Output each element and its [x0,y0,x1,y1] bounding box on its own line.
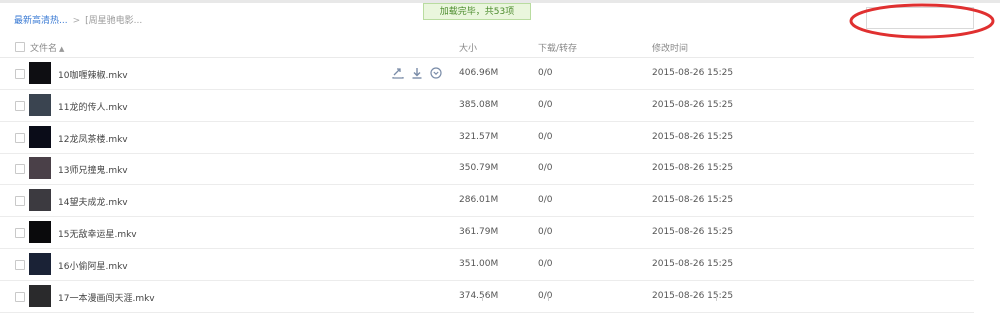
breadcrumb-root-link[interactable]: 最新高清热... [14,16,68,26]
video-thumbnail [29,284,51,307]
file-download-count: 0/0 [538,227,553,237]
row-checkbox[interactable] [15,69,25,79]
file-download-count: 0/0 [538,68,553,78]
row-checkbox[interactable] [15,259,25,270]
file-modified-time: 2015-08-26 15:25 [652,227,734,237]
row-checkbox[interactable] [15,132,25,143]
video-thumbnail [29,157,51,180]
file-size: 321.57M [459,131,499,142]
file-modified-time: 2015-08-26 15:25 [652,258,734,269]
row-checkbox[interactable] [15,228,25,238]
file-row[interactable]: 11龙的传人.mkv 385.08M 0/0 2015-08-26 15:25 [0,90,974,122]
file-download-count: 0/0 [538,290,553,301]
file-name[interactable]: 15无敌幸运星.mkv [58,227,137,240]
file-download-count: 0/0 [538,258,553,269]
scroll-mark [482,296,483,301]
file-modified-time: 2015-08-26 15:25 [652,195,734,206]
row-checkbox[interactable] [15,164,25,175]
row-checkbox[interactable] [15,100,25,111]
select-all-checkbox[interactable] [15,42,25,52]
download-icon[interactable] [410,66,424,80]
row-checkbox[interactable] [15,196,25,207]
breadcrumb-separator: > [72,16,81,26]
file-modified-time: 2015-08-26 15:25 [652,131,734,142]
row-checkbox[interactable] [15,291,25,302]
file-download-count: 0/0 [538,163,553,174]
video-thumbnail [29,125,51,148]
file-row[interactable]: 10咖喱辣椒.mkv 406.96M 0/0 2015-08-26 15:25 [0,58,974,90]
file-size: 385.08M [459,99,499,110]
file-name[interactable]: 11龙的传人.mkv [58,100,128,113]
scroll-mark [716,296,717,301]
file-modified-time: 2015-08-26 15:25 [652,99,734,110]
video-thumbnail [29,252,51,275]
file-size: 286.01M [459,195,499,206]
file-row[interactable]: 14望夫成龙.mkv 286.01M 0/0 2015-08-26 15:25 [0,185,974,218]
file-download-count: 0/0 [538,131,553,142]
file-name[interactable]: 12龙凤茶楼.mkv [58,132,128,145]
share-icon[interactable] [391,66,405,80]
sort-up-icon: ▲ [59,45,65,53]
file-row[interactable]: 12龙凤茶楼.mkv 321.57M 0/0 2015-08-26 15:25 [0,122,974,154]
search-box[interactable] [866,7,974,31]
file-name[interactable]: 17一本漫画闯天涯.mkv [58,291,155,304]
file-name[interactable]: 13师兄撞鬼.mkv [58,163,128,176]
video-thumbnail [29,93,51,116]
column-header-modified[interactable]: 修改时间 [652,41,688,54]
file-download-count: 0/0 [538,99,553,110]
file-name[interactable]: 16小偷阿星.mkv [58,259,128,272]
file-size: 350.79M [459,163,499,174]
more-icon[interactable] [429,66,443,80]
file-size: 361.79M [459,227,499,237]
file-name[interactable]: 14望夫成龙.mkv [58,195,128,208]
file-size: 351.00M [459,258,499,269]
load-complete-toast: 加载完毕，共53项 [423,3,531,20]
column-header-download[interactable]: 下载/转存 [538,41,577,54]
breadcrumb: 最新高清热... > [周星驰电影... [14,13,142,26]
file-row[interactable]: 15无敌幸运星.mkv 361.79M 0/0 2015-08-26 15:25 [0,217,974,249]
video-thumbnail [29,189,51,212]
file-row[interactable]: 13师兄撞鬼.mkv 350.79M 0/0 2015-08-26 15:25 [0,153,974,186]
file-size: 374.56M [459,290,499,301]
breadcrumb-current: [周星驰电影... [85,16,143,26]
row-actions [391,66,448,80]
search-input[interactable] [867,11,973,31]
column-header-name[interactable]: 文件名 ▲ [30,41,64,54]
file-list-header: 文件名 ▲ 大小 下载/转存 修改时间 [0,37,974,58]
file-modified-time: 2015-08-26 15:25 [652,163,734,174]
video-thumbnail [29,221,51,243]
file-size: 406.96M [459,68,499,78]
file-modified-time: 2015-08-26 15:25 [652,68,734,78]
column-header-size[interactable]: 大小 [459,41,477,54]
file-name[interactable]: 10咖喱辣椒.mkv [58,68,128,81]
video-thumbnail [29,62,51,84]
file-modified-time: 2015-08-26 15:25 [652,290,734,301]
file-download-count: 0/0 [538,195,553,206]
scroll-mark [548,296,549,301]
file-row[interactable]: 16小偷阿星.mkv 351.00M 0/0 2015-08-26 15:25 [0,249,974,281]
